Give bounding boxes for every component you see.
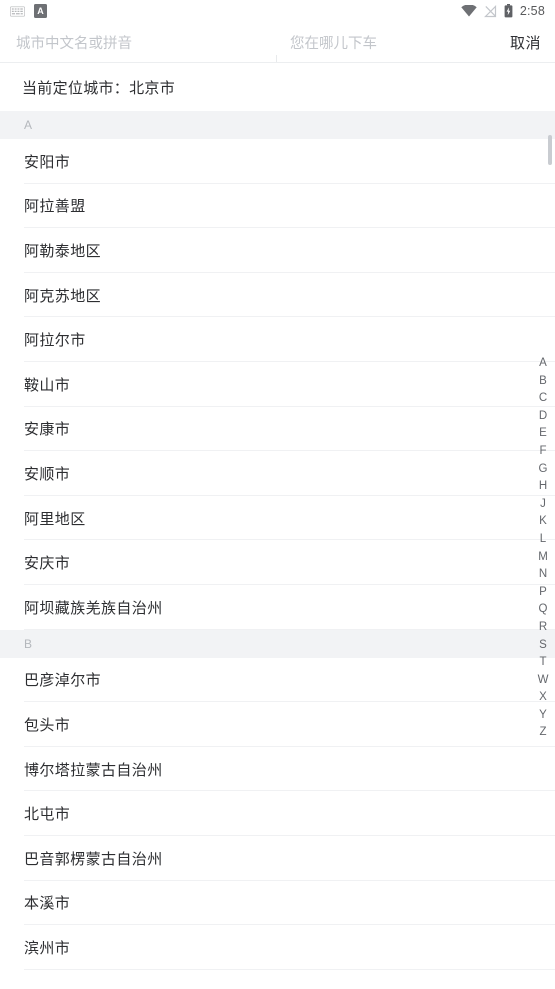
city-list-item[interactable]: 安庆市 [0,540,555,585]
destination-search-input[interactable]: 您在哪儿下车 [290,32,377,53]
index-letter-k[interactable]: K [531,513,555,531]
city-picker-screen: A 2:58 城市中文名或拼音 您在哪儿下车 取消 当前定位城市：北京市 A 安… [0,0,555,989]
signal-off-icon [483,4,496,17]
search-bar: 城市中文名或拼音 您在哪儿下车 取消 [0,22,555,72]
city-list-item[interactable]: 阿勒泰地区 [0,228,555,273]
city-list-item[interactable]: 包头市 [0,702,555,747]
index-letter-n[interactable]: N [531,566,555,584]
index-letter-q[interactable]: Q [531,601,555,619]
cancel-button[interactable]: 取消 [510,32,541,53]
city-search-input[interactable]: 城市中文名或拼音 [16,32,132,53]
city-list[interactable]: A 安阳市 阿拉善盟 阿勒泰地区 阿克苏地区 阿拉尔市 鞍山市 安康市 安顺市 阿里地区 安庆市 阿坝… [0,111,555,989]
city-list-item[interactable]: 鞍山市 [0,361,555,407]
index-letter-l[interactable]: L [531,531,555,549]
index-letter-t[interactable]: T [531,654,555,672]
index-letter-z[interactable]: Z [531,724,555,742]
index-letter-s[interactable]: S [531,637,555,655]
city-list-item[interactable]: 本溪市 [0,880,555,926]
current-location-label: 当前定位城市：北京市 [22,79,176,97]
index-letter-g[interactable]: G [531,461,555,479]
section-header-b: B [0,629,555,658]
city-list-item[interactable]: 安顺市 [0,451,555,496]
city-list-item[interactable]: 滨州市 [0,925,555,970]
city-list-item[interactable]: 安康市 [0,406,555,452]
index-letter-w[interactable]: W [531,672,555,690]
battery-icon [504,4,513,18]
index-letter-p[interactable]: P [531,584,555,602]
a-badge-icon: A [34,4,47,18]
index-letter-d[interactable]: D [531,408,555,426]
city-list-item[interactable]: 阿克苏地区 [0,272,555,318]
list-scrollbar-thumb[interactable] [548,135,552,165]
index-letter-a[interactable]: A [531,355,555,373]
city-list-item[interactable]: 阿拉善盟 [0,183,555,229]
city-list-item[interactable]: 巴彦淖尔市 [0,657,555,703]
status-bar: A 2:58 [0,0,555,22]
index-letter-y[interactable]: Y [531,707,555,725]
keyboard-icon [10,6,25,16]
city-list-item[interactable]: 阿拉尔市 [0,317,555,362]
index-letter-f[interactable]: F [531,443,555,461]
index-letter-r[interactable]: R [531,619,555,637]
index-letter-x[interactable]: X [531,689,555,707]
city-list-item[interactable]: 阿里地区 [0,495,555,541]
city-list-item[interactable]: 北屯市 [0,791,555,836]
city-list-item[interactable]: 安阳市 [0,139,555,184]
index-letter-h[interactable]: H [531,478,555,496]
index-letter-e[interactable]: E [531,425,555,443]
city-list-item[interactable]: 阿坝藏族羌族自治州 [0,584,555,630]
index-letter-b[interactable]: B [531,373,555,391]
section-header-a: A [0,111,555,139]
index-letter-c[interactable]: C [531,390,555,408]
city-list-item[interactable]: 博尔塔拉蒙古自治州 [0,746,555,792]
index-letter-j[interactable]: J [531,496,555,514]
status-bar-left-icons: A [10,4,47,18]
current-location-row[interactable]: 当前定位城市：北京市 [0,63,555,111]
alphabet-index-bar[interactable]: ABCDEFGHJKLMNPQRSTWXYZ [531,355,555,742]
status-bar-clock: 2:58 [519,4,545,18]
wifi-icon [461,5,477,17]
city-list-item[interactable]: 巴音郭楞蒙古自治州 [0,835,555,881]
status-bar-right-icons: 2:58 [461,4,545,18]
index-letter-m[interactable]: M [531,549,555,567]
